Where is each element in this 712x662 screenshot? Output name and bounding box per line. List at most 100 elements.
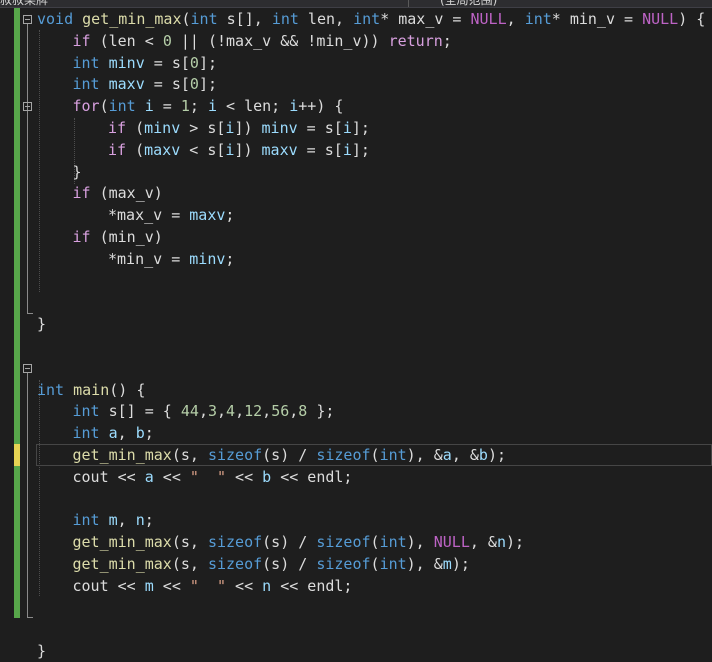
code-token: NULL: [470, 10, 507, 28]
code-token: ,: [217, 402, 227, 421]
code-token: = s[: [297, 119, 343, 137]
code-line[interactable]: int a, b;: [37, 422, 154, 444]
code-line[interactable]: for(int i = 1; i < len; i++) {: [37, 95, 344, 117]
code-token: ;: [144, 511, 154, 530]
code-line[interactable]: get_min_max(s, sizeof(s) / sizeof(int), …: [37, 553, 470, 575]
code-line[interactable]: int s[] = { 44,3,4,12,56,8 };: [37, 400, 335, 422]
code-line[interactable]: }: [37, 640, 46, 662]
code-token: if: [72, 184, 91, 203]
code-token: (s,: [171, 533, 208, 552]
code-token: (: [99, 97, 109, 116]
code-token: m: [144, 576, 154, 595]
code-token: * max_v =: [380, 10, 471, 28]
code-line[interactable]: if (min_v): [37, 226, 163, 248]
code-token: int: [72, 53, 100, 72]
code-token: i: [207, 97, 217, 116]
code-token: if: [108, 140, 127, 159]
code-token: len,: [298, 10, 354, 28]
code-line[interactable]: int maxv = s[0];: [37, 73, 218, 95]
code-token: * min_v =: [551, 10, 643, 28]
code-token: i: [342, 140, 352, 159]
code-token: b: [478, 446, 488, 464]
code-line[interactable]: void get_min_max(int s[], int len, int* …: [37, 8, 705, 30]
code-token: 0: [189, 75, 199, 94]
code-token: sizeof: [207, 533, 263, 552]
code-line[interactable]: if (len < 0 || (!max_v && !min_v)) retur…: [37, 30, 452, 52]
code-token: (: [126, 140, 145, 159]
code-token: ++) {: [298, 97, 344, 116]
code-token: a: [108, 424, 118, 443]
code-line[interactable]: int minv = s[0];: [37, 52, 218, 74]
code-token: minv: [189, 249, 226, 268]
code-token: <<: [153, 576, 190, 595]
code-token: int: [108, 97, 136, 116]
code-token: > s[: [180, 119, 226, 137]
code-token: ]): [234, 140, 262, 159]
code-token: void: [37, 10, 74, 28]
collapse-toggle-icon[interactable]: [23, 15, 32, 24]
outline-line: [27, 373, 28, 618]
code-token: ,: [262, 402, 272, 421]
code-token: maxv: [108, 75, 145, 94]
code-token: , &: [469, 533, 497, 552]
code-line[interactable]: get_min_max(s, sizeof(s) / sizeof(int), …: [37, 444, 507, 466]
code-token: sizeof: [207, 446, 263, 464]
code-token: sizeof: [316, 555, 371, 573]
code-line[interactable]: }: [37, 313, 46, 335]
scope-dropdown-label[interactable]: (全局范围): [440, 0, 497, 7]
tab-separator: [408, 0, 409, 7]
code-token: << endl;: [271, 467, 353, 486]
collapse-toggle-icon[interactable]: [23, 364, 32, 373]
code-token: (min_v): [90, 228, 163, 246]
code-token: 12: [244, 402, 263, 421]
code-token: i: [144, 97, 154, 116]
saved-changes-bar: [14, 466, 20, 618]
code-token: int: [379, 555, 407, 573]
code-token: = s[: [297, 140, 343, 159]
code-token: < s[: [180, 140, 226, 159]
code-token: s[] = {: [99, 402, 181, 421]
code-token: cout <<: [72, 576, 145, 595]
file-tab-label[interactable]: 叔叔某牌: [0, 0, 48, 7]
code-token: s[],: [217, 10, 272, 28]
code-token: main: [73, 380, 110, 399]
code-token: <<: [226, 576, 263, 595]
code-token: if: [72, 228, 91, 246]
code-token: ;: [225, 206, 235, 225]
code-line[interactable]: *max_v = maxv;: [37, 204, 234, 226]
code-token: int: [190, 10, 218, 28]
code-line[interactable]: int m, n;: [37, 509, 154, 531]
code-token: int: [379, 446, 407, 464]
code-token: ];: [351, 119, 370, 137]
code-token: 1: [180, 97, 190, 116]
code-token: int: [72, 511, 100, 530]
code-line[interactable]: *min_v = minv;: [37, 248, 234, 270]
code-token: int: [72, 424, 100, 443]
code-line[interactable]: }: [37, 161, 82, 183]
code-token: ), &: [406, 446, 443, 464]
code-line[interactable]: get_min_max(s, sizeof(s) / sizeof(int), …: [37, 531, 525, 553]
code-token: int: [72, 402, 100, 421]
collapse-toggle-icon[interactable]: [23, 102, 32, 111]
code-line[interactable]: if (max_v): [37, 182, 163, 204]
code-token: ];: [198, 75, 217, 94]
code-token: =: [153, 97, 181, 116]
unsaved-change-marker: [14, 444, 20, 466]
code-token: ,: [506, 10, 525, 28]
code-line[interactable]: if (maxv < s[i]) maxv = s[i];: [37, 139, 370, 161]
code-line[interactable]: int main() {: [37, 379, 145, 401]
code-token: ,: [117, 511, 136, 530]
code-line[interactable]: cout << a << " " << b << endl;: [37, 466, 353, 488]
code-token: n: [496, 533, 506, 552]
code-line[interactable]: if (minv > s[i]) minv = s[i];: [37, 117, 370, 139]
code-token: (s) /: [262, 446, 317, 464]
code-line[interactable]: cout << m << " " << n << endl;: [37, 575, 353, 597]
code-token: ),: [406, 533, 434, 552]
code-token: ), &: [406, 555, 443, 573]
code-token: ,: [289, 402, 299, 421]
code-token: << endl;: [271, 576, 353, 595]
